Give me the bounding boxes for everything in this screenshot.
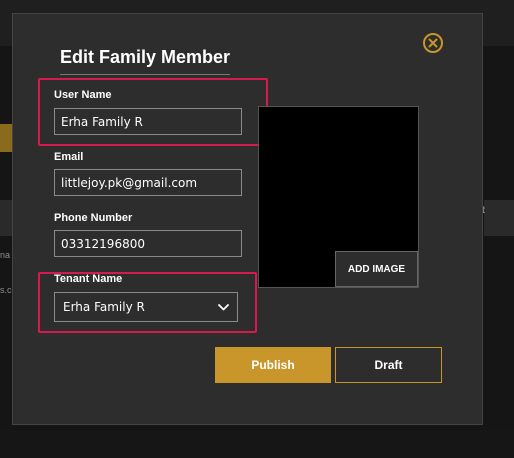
email-label: Email xyxy=(54,151,84,163)
chevron-down-icon xyxy=(218,303,229,310)
dialog-title: Edit Family Member xyxy=(60,47,231,67)
phone-number-input[interactable] xyxy=(54,230,242,257)
publish-button[interactable]: Publish xyxy=(215,347,331,383)
tenant-name-selected: Erha Family R xyxy=(63,300,145,314)
phone-number-label: Phone Number xyxy=(54,212,133,224)
close-icon xyxy=(428,38,438,48)
title-underline xyxy=(60,74,230,75)
background-row xyxy=(0,200,12,236)
draft-button[interactable]: Draft xyxy=(335,347,442,383)
tenant-name-select[interactable]: Erha Family R xyxy=(54,292,238,322)
email-input[interactable] xyxy=(54,169,242,196)
background-accent-bar xyxy=(0,124,12,152)
background-row-text: na xyxy=(0,250,11,260)
user-name-input[interactable] xyxy=(54,108,242,135)
tenant-name-label: Tenant Name xyxy=(54,273,123,285)
user-name-label: User Name xyxy=(54,89,112,101)
edit-family-member-dialog: Edit Family Member User Name Email Phone… xyxy=(12,13,483,425)
add-image-button[interactable]: ADD IMAGE xyxy=(335,251,418,287)
close-button[interactable] xyxy=(423,33,443,53)
